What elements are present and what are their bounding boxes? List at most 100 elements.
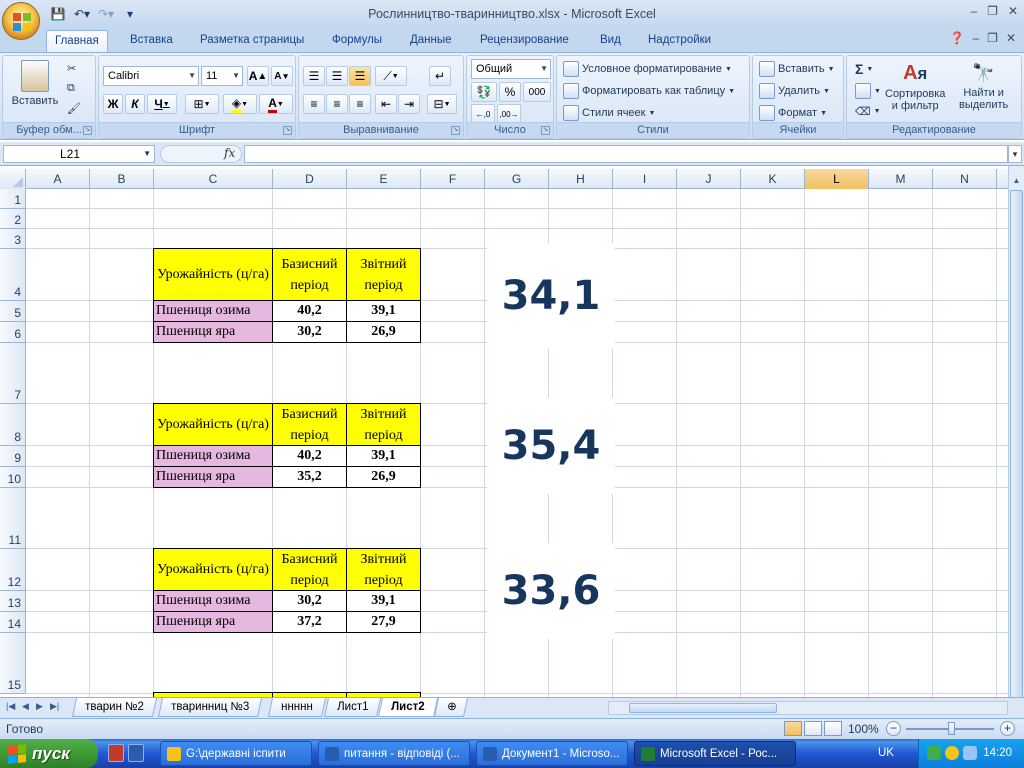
page-layout-view-button[interactable] [804, 721, 822, 736]
percent-button[interactable]: % [499, 82, 521, 102]
office-button[interactable] [2, 2, 40, 40]
taskbar-word-window[interactable]: Документ1 - Microso... [476, 741, 628, 766]
zoom-slider-knob[interactable] [948, 722, 955, 735]
sort-filter-button[interactable]: Aя Сортировка и фильтр [885, 62, 945, 112]
average-yield-result[interactable]: 35,4 [487, 398, 615, 494]
currency-button[interactable]: 💱 [471, 82, 497, 102]
yield-value-cell[interactable]: 39,1 [346, 300, 421, 322]
delete-cells-button[interactable]: Удалить ▼ [759, 83, 830, 99]
scroll-up-arrow-icon[interactable]: ▲ [1010, 174, 1023, 188]
column-header-f[interactable]: F [421, 169, 485, 189]
crop-name-cell[interactable]: Пшениця озима [153, 300, 273, 322]
yield-value-cell[interactable]: 39,1 [346, 445, 421, 467]
column-header-l[interactable]: L [805, 169, 869, 189]
row-header-7[interactable]: 7 [0, 343, 26, 404]
conditional-formatting-button[interactable]: Условное форматирование ▼ [563, 61, 732, 77]
copy-icon[interactable]: ⧉ [67, 82, 75, 95]
workbook-close-button[interactable]: ✕ [1006, 31, 1016, 45]
row-header-2[interactable]: 2 [0, 209, 26, 229]
taskbar-word-window[interactable]: питання - відповіді (... [318, 741, 470, 766]
underline-button[interactable]: Ч ▼ [147, 94, 177, 114]
column-header-c[interactable]: C [154, 169, 273, 189]
sheet-tab[interactable]: Лист1 [323, 698, 382, 717]
column-header-g[interactable]: G [485, 169, 549, 189]
yield-value-cell[interactable]: 40,2 [272, 445, 347, 467]
yield-value-cell[interactable]: 26,9 [346, 466, 421, 488]
merge-center-button[interactable]: ⊟ ▼ [427, 94, 457, 114]
tab-formulas[interactable]: Формулы [324, 30, 390, 52]
column-header-j[interactable]: J [677, 169, 741, 189]
table-header-cell[interactable]: Урожайність (ц/га) [153, 548, 273, 591]
column-header-d[interactable]: D [273, 169, 347, 189]
tab-review[interactable]: Рецензирование [472, 30, 577, 52]
ribbon-restore-button[interactable]: ❐ [987, 31, 998, 45]
yield-value-cell[interactable]: 35,2 [272, 466, 347, 488]
table-header-cell[interactable]: Звітний період [346, 403, 421, 446]
bold-button[interactable]: Ж [103, 94, 123, 114]
format-cells-button[interactable]: Формат ▼ [759, 105, 827, 121]
thousands-button[interactable]: 000 [523, 82, 551, 102]
row-header-13[interactable]: 13 [0, 591, 26, 612]
sheet-tab[interactable]: тварин №2 [71, 698, 157, 717]
zoom-level[interactable]: 100% [848, 722, 879, 736]
table-header-cell[interactable]: Урожайність (ц/га) [153, 403, 273, 446]
cell-styles-button[interactable]: Стили ячеек ▼ [563, 105, 655, 121]
column-header-i[interactable]: I [613, 169, 677, 189]
fill-button[interactable]: ▼ [855, 83, 881, 99]
column-header-e[interactable]: E [347, 169, 421, 189]
first-sheet-icon[interactable]: |◀ [6, 701, 15, 712]
table-header-cell[interactable]: Базисний період [272, 403, 347, 446]
table-header-cell[interactable]: Базисний період [272, 248, 347, 301]
tab-insert[interactable]: Вставка [122, 30, 181, 52]
start-button[interactable]: пуск [0, 739, 98, 768]
yield-value-cell[interactable]: 26,9 [346, 321, 421, 343]
borders-button[interactable]: ⊞ ▼ [185, 94, 219, 114]
number-dialog-launcher[interactable]: ↘ [541, 126, 550, 135]
row-header-3[interactable]: 3 [0, 229, 26, 249]
crop-name-cell[interactable]: Пшениця озима [153, 590, 273, 612]
taskbar-folder-window[interactable]: G:\державні іспити [160, 741, 312, 766]
tab-addins[interactable]: Надстройки [640, 30, 719, 52]
normal-view-button[interactable] [784, 721, 802, 736]
yield-value-cell[interactable]: 40,2 [272, 300, 347, 322]
yield-value-cell[interactable]: 30,2 [272, 321, 347, 343]
align-top-button[interactable]: ☰ [303, 66, 325, 86]
crop-name-cell[interactable]: Пшениця яра [153, 466, 273, 488]
insert-sheet-button[interactable]: ⊕ [433, 698, 469, 717]
tab-view[interactable]: Вид [592, 30, 629, 52]
column-header-b[interactable]: B [90, 169, 154, 189]
clipboard-dialog-launcher[interactable]: ↘ [83, 126, 92, 135]
antivirus-icon[interactable] [945, 746, 959, 760]
yield-value-cell[interactable]: 39,1 [346, 590, 421, 612]
quicklaunch-app-icon[interactable] [128, 744, 144, 762]
worksheet-grid[interactable]: ABCDEFGHIJKLMN 1 2 3 4 5 6 7 8 9 10 11 12 13 14 15 Уро… [0, 169, 1008, 697]
decrease-indent-button[interactable]: ⇤ [375, 94, 397, 114]
increase-decimal-button[interactable]: ←,0 [471, 104, 495, 124]
increase-indent-button[interactable]: ⇥ [398, 94, 420, 114]
last-sheet-icon[interactable]: ▶| [50, 701, 59, 712]
row-header-14[interactable]: 14 [0, 612, 26, 633]
tab-page-layout[interactable]: Разметка страницы [192, 30, 312, 52]
row-header-8[interactable]: 8 [0, 404, 26, 446]
grow-font-button[interactable]: A ▲ [247, 66, 269, 86]
format-painter-icon[interactable]: 🖌 [67, 102, 81, 115]
horizontal-scrollbar[interactable] [608, 701, 1008, 715]
ribbon-minimize-button[interactable]: – [972, 31, 979, 45]
horizontal-scroll-thumb[interactable] [629, 703, 777, 713]
format-as-table-button[interactable]: Форматировать как таблицу ▼ [563, 83, 735, 99]
font-dialog-launcher[interactable]: ↘ [283, 126, 292, 135]
vertical-scrollbar[interactable]: ▲ [1008, 166, 1024, 698]
row-header-1[interactable]: 1 [0, 189, 26, 209]
row-header-5[interactable]: 5 [0, 301, 26, 322]
table-header-cell[interactable]: Урожайність (ц/га) [153, 248, 273, 301]
expand-formula-bar-button[interactable]: ▾ [1008, 145, 1022, 163]
restore-button[interactable]: ❐ [987, 4, 998, 18]
row-header-10[interactable]: 10 [0, 467, 26, 488]
align-middle-button[interactable]: ☰ [326, 66, 348, 86]
tab-home[interactable]: Главная [46, 30, 108, 52]
formula-input[interactable] [244, 145, 1008, 163]
font-color-button[interactable]: A ▼ [259, 94, 293, 114]
row-header-12[interactable]: 12 [0, 549, 26, 591]
next-sheet-icon[interactable]: ▶ [36, 701, 43, 712]
yield-value-cell[interactable]: 30,2 [272, 590, 347, 612]
